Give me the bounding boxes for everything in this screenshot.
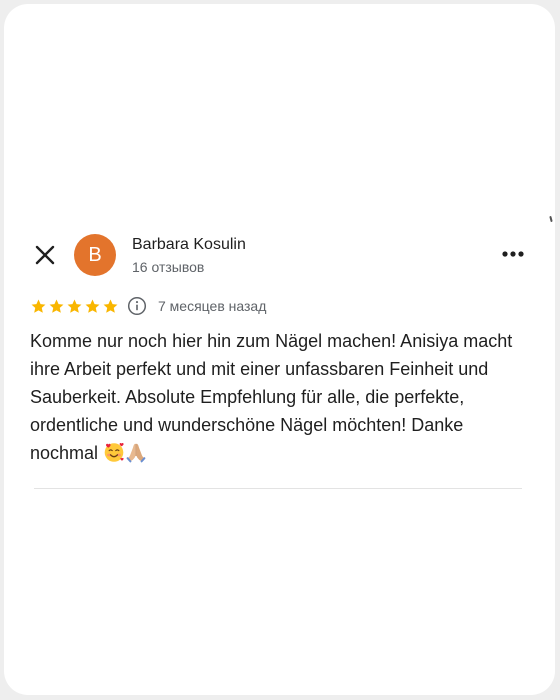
close-button[interactable] [32, 242, 58, 268]
star-icon [67, 299, 82, 313]
folded-hands-icon [126, 443, 146, 463]
author-name[interactable]: Barbara Kosulin [132, 236, 246, 254]
review-date: 7 месяцев назад [158, 298, 267, 314]
close-icon [35, 245, 55, 265]
star-icon [49, 299, 64, 313]
avatar[interactable]: B [74, 234, 116, 276]
star-icon [31, 299, 46, 313]
rating-row: 7 месяцев назад [30, 295, 266, 317]
star-icon [103, 299, 118, 313]
edge-mark [549, 215, 553, 223]
review-count: 16 отзывов [132, 259, 205, 275]
star-icon [85, 299, 100, 313]
smiling-face-with-hearts-icon [104, 442, 124, 462]
more-horiz-icon [502, 251, 524, 257]
review-text: Komme nur noch hier hin zum Nägel machen… [30, 327, 530, 467]
divider [34, 488, 522, 489]
more-options-button[interactable] [500, 244, 526, 264]
info-icon[interactable] [127, 296, 147, 316]
review-card: B Barbara Kosulin 16 отзывов 7 месяцев н… [4, 4, 555, 695]
star-rating [30, 298, 119, 315]
